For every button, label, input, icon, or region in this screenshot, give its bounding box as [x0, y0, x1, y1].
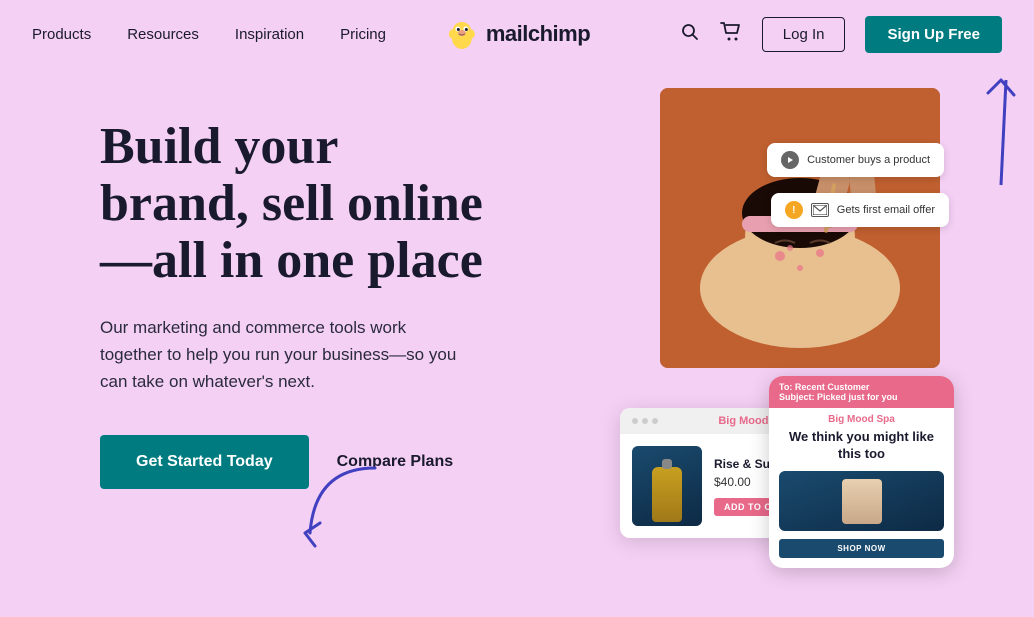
nav-right: Log In Sign Up Free: [680, 16, 1002, 53]
cart-icon[interactable]: [720, 22, 742, 47]
logo-text: mailchimp: [486, 21, 590, 47]
email-icon: [811, 203, 829, 217]
mobile-card-content: Big Mood Spa We think you might like thi…: [769, 408, 954, 558]
signup-button[interactable]: Sign Up Free: [865, 16, 1002, 53]
mailchimp-monkey-icon: [444, 16, 480, 52]
get-started-button[interactable]: Get Started Today: [100, 435, 309, 489]
browser-dots: [632, 418, 658, 424]
nav-resources[interactable]: Resources: [127, 26, 199, 43]
mobile-spa-name: Big Mood Spa: [779, 408, 944, 429]
cta-arrow: [295, 458, 385, 548]
mobile-product-image: [779, 471, 944, 531]
nav-products[interactable]: Products: [32, 26, 91, 43]
search-icon[interactable]: [680, 22, 700, 47]
mobile-headline: We think you might like this too: [779, 429, 944, 463]
spa-photo: [660, 88, 940, 368]
navbar: Products Resources Inspiration Pricing m…: [0, 0, 1034, 68]
mobile-subject-line: Subject: Picked just for you: [779, 392, 944, 402]
mobile-to-line: To: Recent Customer: [779, 382, 944, 392]
mobile-email-card: To: Recent Customer Subject: Picked just…: [769, 376, 954, 568]
dot-2: [642, 418, 648, 424]
hero-headline: Build your brand, sell online —all in on…: [100, 118, 580, 290]
nav-inspiration[interactable]: Inspiration: [235, 26, 304, 43]
product-image: [632, 446, 702, 526]
notification-1: Customer buys a product: [767, 143, 944, 177]
hero-right: Customer buys a product ! Gets first ema…: [600, 88, 954, 588]
hero-subtext: Our marketing and commerce tools work to…: [100, 314, 460, 396]
nav-links: Products Resources Inspiration Pricing: [32, 26, 386, 43]
spa-photo-illustration: [660, 88, 940, 368]
logo[interactable]: mailchimp: [444, 16, 590, 52]
product-bottle: [652, 467, 682, 522]
warning-icon: !: [785, 201, 803, 219]
hero-section: Build your brand, sell online —all in on…: [0, 68, 1034, 617]
play-icon: [781, 151, 799, 169]
mobile-shop-now-button[interactable]: SHOP NOW: [779, 539, 944, 558]
mobile-candle-product: [842, 479, 882, 524]
mobile-card-header: To: Recent Customer Subject: Picked just…: [769, 376, 954, 408]
notification-2: ! Gets first email offer: [771, 193, 949, 227]
hero-left: Build your brand, sell online —all in on…: [100, 88, 580, 489]
login-button[interactable]: Log In: [762, 17, 846, 52]
dot-1: [632, 418, 638, 424]
signup-arrow: [946, 60, 1016, 190]
nav-pricing[interactable]: Pricing: [340, 26, 386, 43]
